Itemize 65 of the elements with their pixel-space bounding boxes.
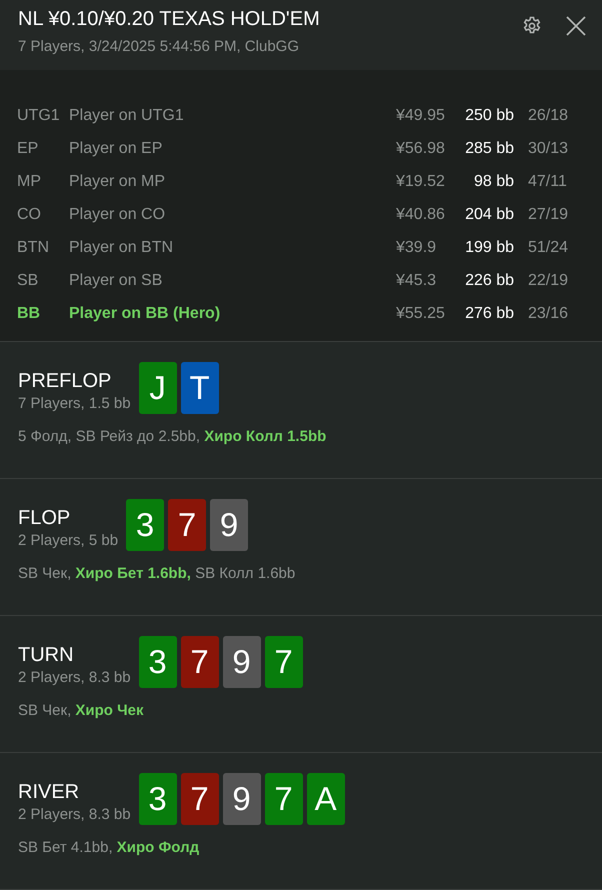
player-name: Player on SB — [69, 272, 164, 290]
player-stats: 47/11 — [527, 172, 568, 190]
player-name: Player on BB (Hero) — [69, 304, 222, 322]
playing-card: 7 — [180, 636, 219, 688]
playing-card: 3 — [138, 773, 177, 825]
player-big-blinds: 276 bb — [464, 304, 514, 322]
player-big-blinds: 98 bb — [472, 172, 514, 190]
player-position: UTG1 — [17, 106, 61, 124]
player-stats: 51/24 — [527, 238, 570, 256]
player-stats: 23/16 — [527, 304, 570, 322]
hand-subtitle: 7 Players, 3/24/2025 5:44:56 PM, ClubGG — [18, 38, 300, 55]
action-summary: SB Бет 4.1bb, Хиро Фолд — [18, 839, 200, 856]
player-name: Player on UTG1 — [69, 106, 185, 124]
action-summary: 5 Фолд, SB Рейз до 2.5bb, Хиро Колл 1.5bb — [18, 428, 328, 445]
player-stack: ¥19.52 — [396, 172, 446, 190]
playing-card: A — [306, 773, 345, 825]
street-name: TURN — [18, 643, 75, 668]
street-info: 2 Players, 5 bb — [18, 531, 118, 551]
playing-card: 7 — [264, 636, 303, 688]
action-summary: SB Чек, Хиро Бет 1.6bb, SB Колл 1.6bb — [18, 565, 296, 582]
player-position: SB — [17, 272, 40, 290]
playing-card: 9 — [222, 636, 261, 688]
player-stack: ¥40.86 — [396, 206, 446, 224]
street-info: 7 Players, 1.5 bb — [18, 394, 131, 414]
player-stats: 27/19 — [527, 206, 570, 224]
player-big-blinds: 204 bb — [464, 206, 514, 224]
playing-card: J — [138, 362, 177, 414]
playing-card: 3 — [138, 636, 177, 688]
playing-card: 3 — [126, 499, 164, 551]
player-big-blinds: 285 bb — [464, 140, 514, 158]
player-big-blinds: 226 bb — [464, 272, 514, 290]
player-position: MP — [17, 172, 42, 190]
playing-card: 7 — [264, 773, 303, 825]
player-stats: 30/13 — [527, 140, 570, 158]
playing-card: 9 — [222, 773, 261, 825]
settings-icon[interactable] — [522, 16, 542, 36]
playing-card: 9 — [210, 499, 248, 551]
player-position: BB — [17, 304, 42, 322]
player-name: Player on BTN — [69, 238, 174, 256]
player-stack: ¥45.3 — [396, 272, 438, 290]
playing-card: T — [180, 362, 219, 414]
player-position: EP — [17, 140, 40, 158]
player-stats: 26/18 — [527, 106, 570, 124]
player-stack: ¥55.25 — [396, 304, 446, 322]
player-big-blinds: 199 bb — [464, 238, 514, 256]
close-icon[interactable] — [566, 16, 586, 36]
street-info: 2 Players, 8.3 bb — [18, 805, 131, 825]
action-summary: SB Чек, Хиро Чек — [18, 702, 145, 719]
player-stack: ¥39.9 — [396, 238, 438, 256]
player-position: CO — [17, 206, 42, 224]
street-name: FLOP — [18, 506, 72, 531]
player-big-blinds: 250 bb — [464, 106, 514, 124]
player-stack: ¥56.98 — [396, 140, 446, 158]
player-position: BTN — [17, 238, 50, 256]
playing-card: 7 — [180, 773, 219, 825]
playing-card: 7 — [168, 499, 206, 551]
player-stack: ¥49.95 — [396, 106, 446, 124]
street-info: 2 Players, 8.3 bb — [18, 668, 131, 688]
street-name: RIVER — [18, 780, 80, 805]
player-name: Player on CO — [69, 206, 166, 224]
player-name: Player on EP — [69, 140, 164, 158]
street-name: PREFLOP — [18, 369, 112, 394]
player-name: Player on MP — [69, 172, 166, 190]
player-stats: 22/19 — [527, 272, 570, 290]
hand-title: NL ¥0.10/¥0.20 TEXAS HOLD'EM — [18, 7, 321, 32]
